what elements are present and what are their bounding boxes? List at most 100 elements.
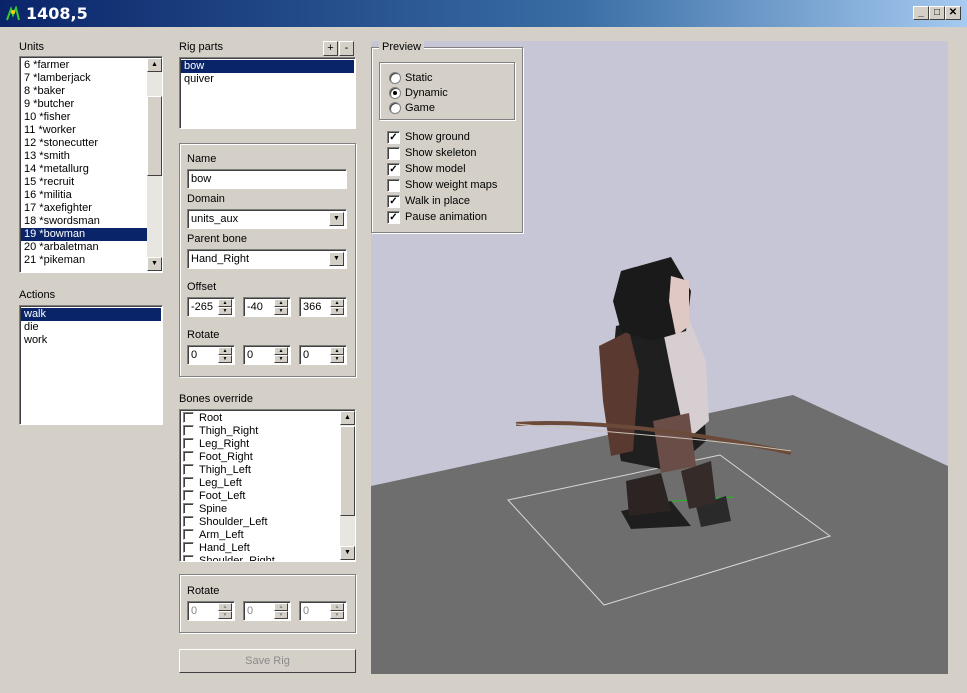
- spin-up-icon[interactable]: ▲: [330, 347, 344, 355]
- bone-checkbox[interactable]: [183, 425, 194, 436]
- spin-up-icon[interactable]: ▲: [218, 299, 232, 307]
- bone-list-item[interactable]: Root: [182, 412, 340, 425]
- unit-list-item[interactable]: 17 *axefighter: [21, 202, 147, 215]
- bones-scrollbar[interactable]: ▲ ▼: [340, 411, 355, 560]
- domain-select[interactable]: units_aux ▼: [187, 209, 347, 229]
- unit-list-item[interactable]: 13 *smith: [21, 150, 147, 163]
- spin-up-icon[interactable]: ▲: [274, 347, 288, 355]
- maximize-button[interactable]: □: [929, 6, 945, 20]
- spin-up-icon[interactable]: ▲: [330, 299, 344, 307]
- bone-list-item[interactable]: Leg_Right: [182, 438, 340, 451]
- option-checkbox-4[interactable]: ✓ Walk in place: [387, 194, 517, 210]
- option-checkbox-3[interactable]: Show weight maps: [387, 178, 517, 194]
- offset-x-stepper[interactable]: -265 ▲ ▼: [187, 297, 235, 317]
- checkbox-icon[interactable]: [387, 179, 400, 192]
- rig-part-list-item[interactable]: quiver: [181, 73, 354, 86]
- bone-list-item[interactable]: Spine: [182, 503, 340, 516]
- spin-up-icon[interactable]: ▲: [218, 603, 232, 611]
- rig-part-list-item[interactable]: bow: [181, 60, 354, 73]
- bone-list-item[interactable]: Thigh_Right: [182, 425, 340, 438]
- unit-list-item[interactable]: 11 *worker: [21, 124, 147, 137]
- title-bar[interactable]: 1408,5 _ □ ✕: [0, 0, 967, 27]
- action-list-item[interactable]: walk: [21, 308, 161, 321]
- unit-list-item[interactable]: 6 *farmer: [21, 59, 147, 72]
- unit-list-item[interactable]: 8 *baker: [21, 85, 147, 98]
- scroll-thumb[interactable]: [340, 426, 355, 516]
- bone-checkbox[interactable]: [183, 529, 194, 540]
- unit-list-item[interactable]: 14 *metallurg: [21, 163, 147, 176]
- bone-list-item[interactable]: Hand_Left: [182, 542, 340, 555]
- bone-checkbox[interactable]: [183, 438, 194, 449]
- units-list[interactable]: 6 *farmer 7 *lamberjack 8 *baker 9 *butcher…: [19, 56, 163, 273]
- bone-checkbox[interactable]: [183, 516, 194, 527]
- add-part-button[interactable]: +: [323, 41, 338, 56]
- bone-checkbox[interactable]: [183, 555, 194, 561]
- bones-override-list[interactable]: Root Thigh_Right Leg_Right Foot_Right Thigh_…: [179, 409, 356, 562]
- option-checkbox-5[interactable]: ✓ Pause animation: [387, 210, 517, 226]
- unit-list-item[interactable]: 10 *fisher: [21, 111, 147, 124]
- minimize-button[interactable]: _: [913, 6, 929, 20]
- option-checkbox-2[interactable]: ✓ Show model: [387, 162, 517, 178]
- close-button[interactable]: ✕: [945, 6, 961, 20]
- scroll-down-icon[interactable]: ▼: [147, 257, 162, 271]
- option-checkbox-0[interactable]: ✓ Show ground: [387, 130, 517, 146]
- rotate-x-stepper[interactable]: 0 ▲ ▼: [187, 345, 235, 365]
- save-rig-button[interactable]: Save Rig: [179, 649, 356, 673]
- unit-list-item[interactable]: 18 *swordsman: [21, 215, 147, 228]
- bone-list-item[interactable]: Thigh_Left: [182, 464, 340, 477]
- parent-bone-select[interactable]: Hand_Right ▼: [187, 249, 347, 269]
- spin-down-icon[interactable]: ▼: [218, 307, 232, 315]
- checkmark-icon[interactable]: ✓: [387, 211, 400, 224]
- bone-rotate-z-stepper[interactable]: 0 ▲ ▼: [299, 601, 347, 621]
- bone-list-item[interactable]: Foot_Left: [182, 490, 340, 503]
- bone-list-item[interactable]: Shoulder_Left: [182, 516, 340, 529]
- offset-y-stepper[interactable]: -40 ▲ ▼: [243, 297, 291, 317]
- checkmark-icon[interactable]: ✓: [387, 195, 400, 208]
- spin-up-icon[interactable]: ▲: [330, 603, 344, 611]
- checkmark-icon[interactable]: ✓: [387, 131, 400, 144]
- remove-part-button[interactable]: -: [339, 41, 354, 56]
- scroll-down-icon[interactable]: ▼: [340, 546, 355, 560]
- scroll-up-icon[interactable]: ▲: [340, 411, 355, 425]
- bone-checkbox[interactable]: [183, 464, 194, 475]
- unit-list-item[interactable]: 20 *arbaletman: [21, 241, 147, 254]
- mode-radio-0[interactable]: Static: [389, 71, 509, 86]
- checkmark-icon[interactable]: ✓: [387, 163, 400, 176]
- bone-checkbox[interactable]: [183, 412, 194, 423]
- offset-z-stepper[interactable]: 366 ▲ ▼: [299, 297, 347, 317]
- radio-icon[interactable]: [389, 102, 401, 114]
- spin-down-icon[interactable]: ▼: [330, 307, 344, 315]
- bone-checkbox[interactable]: [183, 477, 194, 488]
- unit-list-item[interactable]: 19 *bowman: [21, 228, 147, 241]
- mode-radio-2[interactable]: Game: [389, 101, 509, 116]
- option-checkbox-1[interactable]: Show skeleton: [387, 146, 517, 162]
- bone-list-item[interactable]: Leg_Left: [182, 477, 340, 490]
- unit-list-item[interactable]: 9 *butcher: [21, 98, 147, 111]
- scroll-up-icon[interactable]: ▲: [147, 58, 162, 72]
- action-list-item[interactable]: work: [21, 334, 161, 347]
- bone-list-item[interactable]: Shoulder_Right: [182, 555, 340, 561]
- bone-checkbox[interactable]: [183, 451, 194, 462]
- chevron-down-icon[interactable]: ▼: [329, 252, 344, 266]
- bone-checkbox[interactable]: [183, 503, 194, 514]
- spin-down-icon[interactable]: ▼: [274, 355, 288, 363]
- bone-rotate-y-stepper[interactable]: 0 ▲ ▼: [243, 601, 291, 621]
- spin-up-icon[interactable]: ▲: [274, 603, 288, 611]
- spin-down-icon[interactable]: ▼: [218, 355, 232, 363]
- rotate-z-stepper[interactable]: 0 ▲ ▼: [299, 345, 347, 365]
- bone-list-item[interactable]: Arm_Left: [182, 529, 340, 542]
- unit-list-item[interactable]: 15 *recruit: [21, 176, 147, 189]
- bone-list-item[interactable]: Foot_Right: [182, 451, 340, 464]
- mode-radio-1[interactable]: Dynamic: [389, 86, 509, 101]
- spin-down-icon[interactable]: ▼: [274, 307, 288, 315]
- bone-rotate-x-stepper[interactable]: 0 ▲ ▼: [187, 601, 235, 621]
- radio-icon[interactable]: [389, 72, 401, 84]
- rig-parts-list[interactable]: bow quiver: [179, 57, 356, 129]
- radio-icon[interactable]: [389, 87, 401, 99]
- spin-down-icon[interactable]: ▼: [274, 611, 288, 619]
- rotate-y-stepper[interactable]: 0 ▲ ▼: [243, 345, 291, 365]
- checkbox-icon[interactable]: [387, 147, 400, 160]
- bone-checkbox[interactable]: [183, 542, 194, 553]
- name-input[interactable]: bow: [187, 169, 347, 189]
- spin-down-icon[interactable]: ▼: [218, 611, 232, 619]
